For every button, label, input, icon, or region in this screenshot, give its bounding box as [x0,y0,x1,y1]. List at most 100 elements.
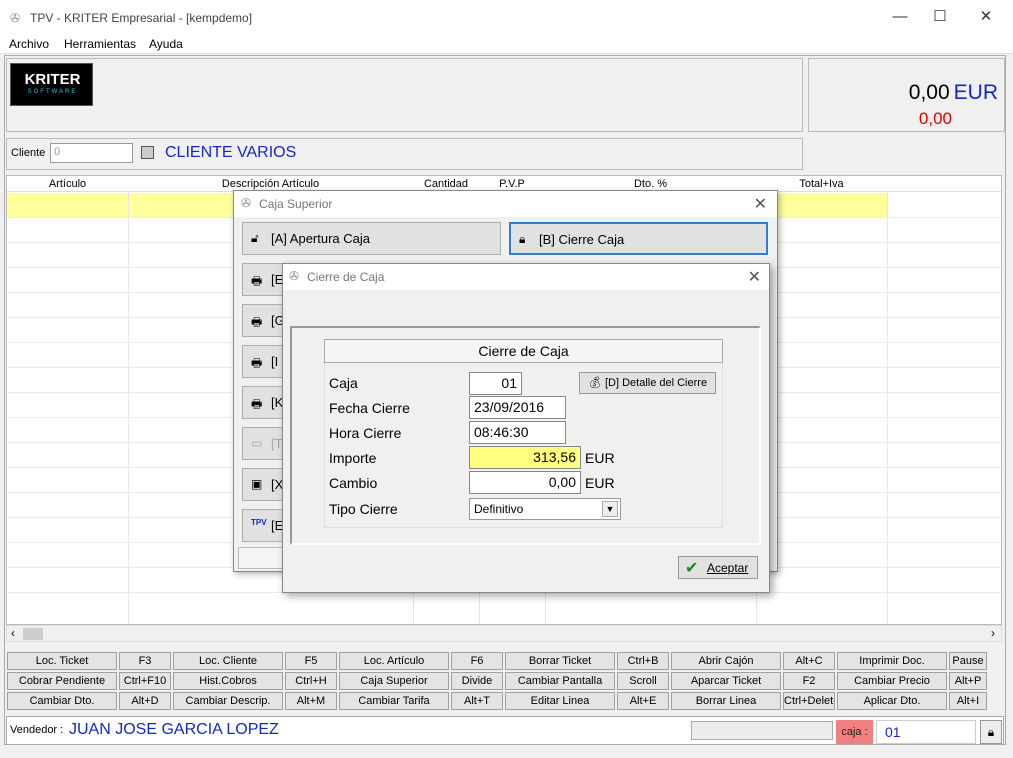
shortcut-action[interactable]: Cambiar Pantalla [505,672,615,690]
hora-label: Hora Cierre [329,425,402,441]
shortcut-action[interactable]: Cambiar Precio [837,672,947,690]
shortcut-action[interactable]: Loc. Ticket [7,652,117,670]
dialog-app-icon: ✇ [241,196,252,210]
horizontal-scrollbar[interactable]: ‹ › [6,625,1002,642]
shortcut-key: F3 [119,652,171,670]
dialog-title-bar: ✇ Cierre de Caja ✕ [283,264,769,290]
col-articulo[interactable]: Artículo [7,178,128,190]
tipo-cierre-select[interactable]: Definitivo ▼ [469,498,621,520]
col-pvp[interactable]: P.V.P [479,178,545,190]
printer-icon: 🖶 [251,315,263,329]
vendor-label: Vendedor : [10,724,64,736]
dialog-title: Cierre de Caja [307,270,385,284]
col-descripcion[interactable]: Descripción Artículo [128,178,413,190]
hora-field[interactable]: 08:46:30 [469,421,566,444]
shortcut-action[interactable]: Caja Superior [339,672,449,690]
caja-number: 01 [876,720,976,744]
shortcut-action[interactable]: Loc. Artículo [339,652,449,670]
status-box [691,721,833,740]
shortcut-key: F2 [783,672,835,690]
dialog-title: Caja Superior [259,197,333,211]
importe-currency: EUR [585,450,615,466]
shortcut-action[interactable]: Cobrar Pendiente [7,672,117,690]
scroll-right-icon[interactable]: › [991,626,995,640]
shortcut-action[interactable]: Cambiar Descrip. [173,692,283,710]
maximize-button[interactable]: ☐ [920,4,960,30]
shortcut-key: F5 [285,652,337,670]
window-title: TPV - KRITER Empresarial - [kempdemo] [30,11,253,25]
total-panel: 0,00 EUR 0,00 [808,58,1005,132]
app-icon: ✇ [10,11,21,25]
cierre-caja-dialog: ✇ Cierre de Caja ✕ Cierre de Caja Caja 0… [282,263,770,593]
kriter-logo: KRITER SOFTWARE [10,63,93,106]
close-button[interactable]: ✕ [966,4,1006,30]
shortcut-action[interactable]: Borrar Linea [671,692,781,710]
shortcut-key: Divide [451,672,503,690]
shortcut-action[interactable]: Cambiar Tarifa [339,692,449,710]
minimize-button[interactable]: — [880,4,920,30]
caja-field[interactable]: 01 [469,372,522,395]
fecha-label: Fecha Cierre [329,400,410,416]
shortcut-action[interactable]: Aplicar Dto. [837,692,947,710]
shortcut-key: Ctrl+Delete [783,692,835,710]
shortcut-key: Alt+I [949,692,987,710]
printer-icon: 🖶 [251,356,263,370]
scroll-left-icon[interactable]: ‹ [11,626,15,640]
tipo-label: Tipo Cierre [329,501,398,517]
chevron-down-icon[interactable]: ▼ [602,501,618,517]
dialog-close-icon[interactable]: ✕ [748,267,761,287]
shortcut-action[interactable]: Editar Linea [505,692,615,710]
shortcut-action[interactable]: Cambiar Dto. [7,692,117,710]
shortcut-key: Ctrl+H [285,672,337,690]
cierre-caja-button[interactable]: 🔒︎ [B] Cierre Caja [509,222,768,255]
importe-field[interactable]: 313,56 [469,446,581,469]
cambio-field[interactable]: 0,00 [469,471,581,494]
title-bar: ✇ TPV - KRITER Empresarial - [kempdemo] … [0,0,1013,34]
col-total[interactable]: Total+Iva [756,178,887,190]
caja-label: Caja [329,375,358,391]
tpv-icon: TPV [251,518,267,527]
col-cantidad[interactable]: Cantidad [413,178,479,190]
shortcut-key: Alt+M [285,692,337,710]
shortcut-key: Alt+C [783,652,835,670]
aceptar-button[interactable]: ✔ Aceptar [678,556,758,579]
shortcut-action[interactable]: Abrir Cajón [671,652,781,670]
shortcut-key: Alt+E [617,692,669,710]
shortcut-action[interactable]: Hist.Cobros [173,672,283,690]
client-checkbox[interactable] [141,146,154,159]
client-input[interactable]: 0 [50,143,133,163]
lock-icon: 🔒︎ [987,725,995,739]
lock-icon: 🔒︎ [519,232,526,246]
scroll-thumb[interactable] [23,628,43,640]
shortcut-action[interactable]: Loc. Cliente [173,652,283,670]
header-panel [6,58,803,132]
shortcut-action[interactable]: Aparcar Ticket [671,672,781,690]
shortcut-action[interactable]: Borrar Ticket [505,652,615,670]
box-icon: ▣ [251,477,263,491]
caja-label: caja : [836,720,873,744]
detalle-cierre-button[interactable]: 💰︎ [D] Detalle del Cierre [579,372,716,394]
shortcut-key: Alt+D [119,692,171,710]
menu-herramientas[interactable]: Herramientas [64,37,136,51]
shortcut-key: Alt+T [451,692,503,710]
printer-icon: 🖶 [251,274,263,288]
dialog-close-icon[interactable]: ✕ [754,194,767,214]
shortcut-key: Ctrl+B [617,652,669,670]
cambio-currency: EUR [585,475,615,491]
client-label: Cliente [11,147,46,159]
shortcut-key: Pause [949,652,987,670]
shortcut-key: Scroll [617,672,669,690]
fecha-field[interactable]: 23/09/2016 [469,396,566,419]
lock-button[interactable]: 🔒︎ [980,720,1002,744]
menu-ayuda[interactable]: Ayuda [149,37,183,51]
dialog-app-icon: ✇ [289,269,300,283]
printer-icon: 🖶 [251,397,263,411]
col-dto[interactable]: Dto. % [545,178,756,190]
shortcut-action[interactable]: Imprimir Doc. [837,652,947,670]
money-bag-icon: 💰︎ [587,377,605,389]
checkmark-icon: ✔ [685,560,699,577]
dialog-title-bar: ✇ Caja Superior ✕ [234,191,777,217]
apertura-caja-button[interactable]: 🔓︎ [A] Apertura Caja [242,222,501,255]
menu-archivo[interactable]: Archivo [9,37,49,51]
vendor-name: JUAN JOSE GARCIA LOPEZ [69,721,279,738]
